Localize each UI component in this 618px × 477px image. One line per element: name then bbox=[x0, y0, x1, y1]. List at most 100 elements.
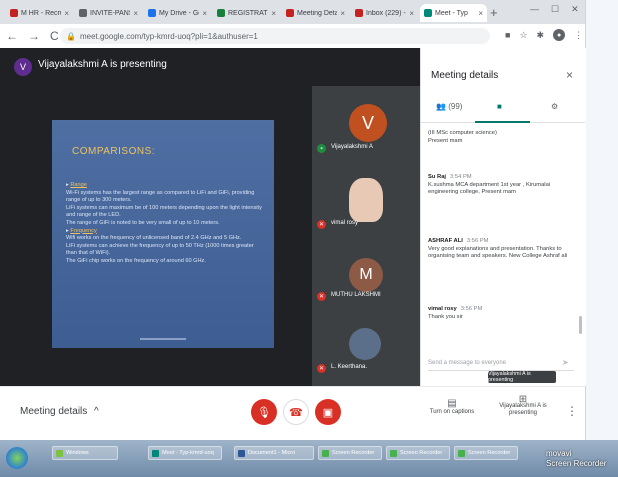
taskbar-item[interactable]: Screen Recorder bbox=[386, 446, 450, 460]
tab-favicon-icon bbox=[79, 9, 87, 17]
tab-close-icon[interactable]: × bbox=[409, 9, 414, 18]
taskbar-item[interactable]: Screen Recorder bbox=[318, 446, 382, 460]
taskbar-item-label: Screen Recorder bbox=[468, 450, 511, 456]
back-button[interactable]: ← bbox=[6, 29, 18, 43]
taskbar-app-icon bbox=[56, 449, 63, 457]
start-button[interactable] bbox=[6, 447, 28, 469]
watermark-line: movavi bbox=[546, 449, 572, 458]
tab-close-icon[interactable]: × bbox=[202, 9, 207, 18]
present-now-button[interactable]: ⊞ Vijayalakshmi A is presenting bbox=[497, 394, 549, 417]
taskbar-item-label: Screen Recorder bbox=[332, 450, 375, 456]
lock-icon: 🔒 bbox=[66, 31, 76, 41]
tab-close-icon[interactable]: × bbox=[478, 9, 483, 18]
slide-bullet: The range of GiFi is noted to be very sm… bbox=[66, 219, 220, 226]
tab-label: My Drive - Goo bbox=[159, 9, 199, 17]
url-field[interactable]: 🔒 meet.google.com/typ-kmrd-uoq?pli=1&aut… bbox=[60, 28, 490, 44]
tab-favicon-icon bbox=[217, 9, 225, 17]
taskbar-item-label: Document1 - Micro bbox=[248, 450, 296, 456]
new-tab-button[interactable]: + bbox=[490, 5, 498, 20]
tab-favicon-icon bbox=[10, 9, 18, 17]
slide-bullet: LiFi systems can maximum be of 100 meter… bbox=[66, 204, 262, 219]
chat-message-input[interactable]: Send a message to everyone bbox=[428, 356, 574, 371]
meeting-details-button[interactable]: Meeting details ^ bbox=[20, 406, 99, 417]
chat-text: (III MSc computer science) bbox=[428, 130, 497, 136]
browser-tab[interactable]: My Drive - Goo× bbox=[144, 4, 211, 22]
camera-toggle-button[interactable]: ▣ bbox=[315, 399, 341, 425]
profile-avatar[interactable]: ● bbox=[553, 29, 566, 41]
slide-bullet: Wi-Fi systems has the largest range as c… bbox=[66, 189, 255, 204]
leave-call-button[interactable]: ☎ bbox=[283, 399, 309, 425]
tab-people[interactable]: 👥 (99) bbox=[436, 102, 462, 111]
window-controls[interactable]: — ☐ ✕ bbox=[530, 4, 579, 15]
maximize-icon[interactable]: ☐ bbox=[551, 4, 559, 15]
browser-menu-icon[interactable]: ⋮ bbox=[574, 30, 583, 41]
watermark-line: Screen Recorder bbox=[546, 459, 607, 468]
message-text: Thank you sir bbox=[428, 313, 463, 320]
message-text: K.sushma MCA department 1st year , Kirum… bbox=[428, 181, 551, 196]
browser-tab[interactable]: M HR - Recruiting× bbox=[6, 4, 73, 22]
present-icon: ⊞ bbox=[518, 394, 528, 405]
navigation-buttons: ← → C bbox=[6, 29, 59, 43]
captions-label: Turn on captions bbox=[429, 409, 475, 415]
panel-title: Meeting details bbox=[431, 70, 499, 81]
tab-label: Inbox (229) - v bbox=[366, 9, 406, 17]
participant-initial: V bbox=[361, 112, 374, 133]
mic-off-icon: ✕ bbox=[317, 220, 326, 229]
camera-permission-icon[interactable]: ■ bbox=[505, 30, 510, 40]
tab-favicon-icon bbox=[286, 9, 294, 17]
reload-button[interactable]: C bbox=[50, 29, 59, 43]
taskbar-item[interactable]: Document1 - Micro bbox=[234, 446, 314, 460]
minimize-icon[interactable]: — bbox=[530, 4, 539, 15]
captions-button[interactable]: ▤ Turn on captions bbox=[424, 398, 480, 415]
tab-close-icon[interactable]: × bbox=[271, 9, 276, 18]
slide-footer-line bbox=[140, 338, 186, 340]
forward-button[interactable]: → bbox=[28, 29, 40, 43]
tab-close-icon[interactable]: × bbox=[133, 9, 138, 18]
taskbar-item-label: Windows bbox=[66, 450, 89, 456]
browser-tab[interactable]: Meeting Detail × bbox=[282, 4, 349, 22]
taskbar-item-label: Meet - Typ-kmrd-uoq bbox=[162, 450, 214, 456]
slide-bullet: Wifi works on the frequency of unlicense… bbox=[66, 235, 242, 242]
participant-name: MUTHU LAKSHMI bbox=[331, 292, 381, 298]
slide-heading: Range bbox=[70, 182, 87, 188]
taskbar-item[interactable]: Screen Recorder bbox=[454, 446, 518, 460]
participant-tile[interactable]: ✕ L. Keerthana. bbox=[312, 320, 420, 386]
participant-tile[interactable]: V ▪ Vijayalakshmi A bbox=[312, 86, 420, 170]
browser-tab[interactable]: Meet - Typ × bbox=[420, 4, 487, 22]
participant-tile[interactable]: ✕ vimal rosy bbox=[312, 170, 420, 254]
speaking-indicator-icon: ▪ bbox=[317, 144, 326, 153]
more-options-icon[interactable]: ⋮ bbox=[566, 404, 578, 418]
taskbar-app-icon bbox=[238, 449, 245, 457]
tab-close-icon[interactable]: × bbox=[340, 9, 345, 18]
taskbar-app-icon bbox=[322, 449, 329, 457]
message-time: 3:56 PM bbox=[466, 238, 489, 244]
slide-title: COMPARISONS: bbox=[72, 146, 156, 157]
participant-photo bbox=[349, 328, 381, 360]
taskbar-item[interactable]: Windows bbox=[52, 446, 118, 460]
taskbar-item[interactable]: Meet - Typ-kmrd-uoq bbox=[148, 446, 222, 460]
mic-off-icon: ✕ bbox=[317, 292, 326, 301]
chat-icon: ■ bbox=[497, 102, 502, 111]
tab-chat[interactable]: ■ bbox=[497, 102, 502, 111]
people-count: (99) bbox=[448, 102, 463, 111]
microphone-toggle-button[interactable]: 🎙 bbox=[251, 399, 277, 425]
tab-label: Meet - Typ bbox=[435, 9, 468, 17]
tab-activities[interactable]: ⚙ bbox=[551, 102, 558, 111]
message-author: ASHRAF ALI bbox=[428, 238, 463, 244]
send-icon[interactable]: ➤ bbox=[562, 358, 569, 367]
mic-off-icon: 🎙 bbox=[257, 406, 271, 419]
browser-tab[interactable]: REGISTRATION× bbox=[213, 4, 280, 22]
chat-scrollbar[interactable] bbox=[579, 316, 582, 334]
taskbar-item-label: Screen Recorder bbox=[400, 450, 443, 456]
participant-photo bbox=[349, 178, 383, 222]
message-author: vimal rosy bbox=[428, 306, 457, 312]
bookmark-star-icon[interactable]: ☆ bbox=[519, 30, 527, 41]
extension-icon[interactable]: ✱ bbox=[537, 30, 545, 41]
close-icon[interactable]: × bbox=[566, 68, 573, 82]
close-window-icon[interactable]: ✕ bbox=[571, 4, 579, 15]
message-author: Su Raj bbox=[428, 174, 447, 180]
tab-label: REGISTRATION bbox=[228, 9, 268, 17]
tab-close-icon[interactable]: × bbox=[64, 9, 69, 18]
browser-tab[interactable]: Inbox (229) - v× bbox=[351, 4, 418, 22]
browser-tab[interactable]: INVITE-PANSEY× bbox=[75, 4, 142, 22]
